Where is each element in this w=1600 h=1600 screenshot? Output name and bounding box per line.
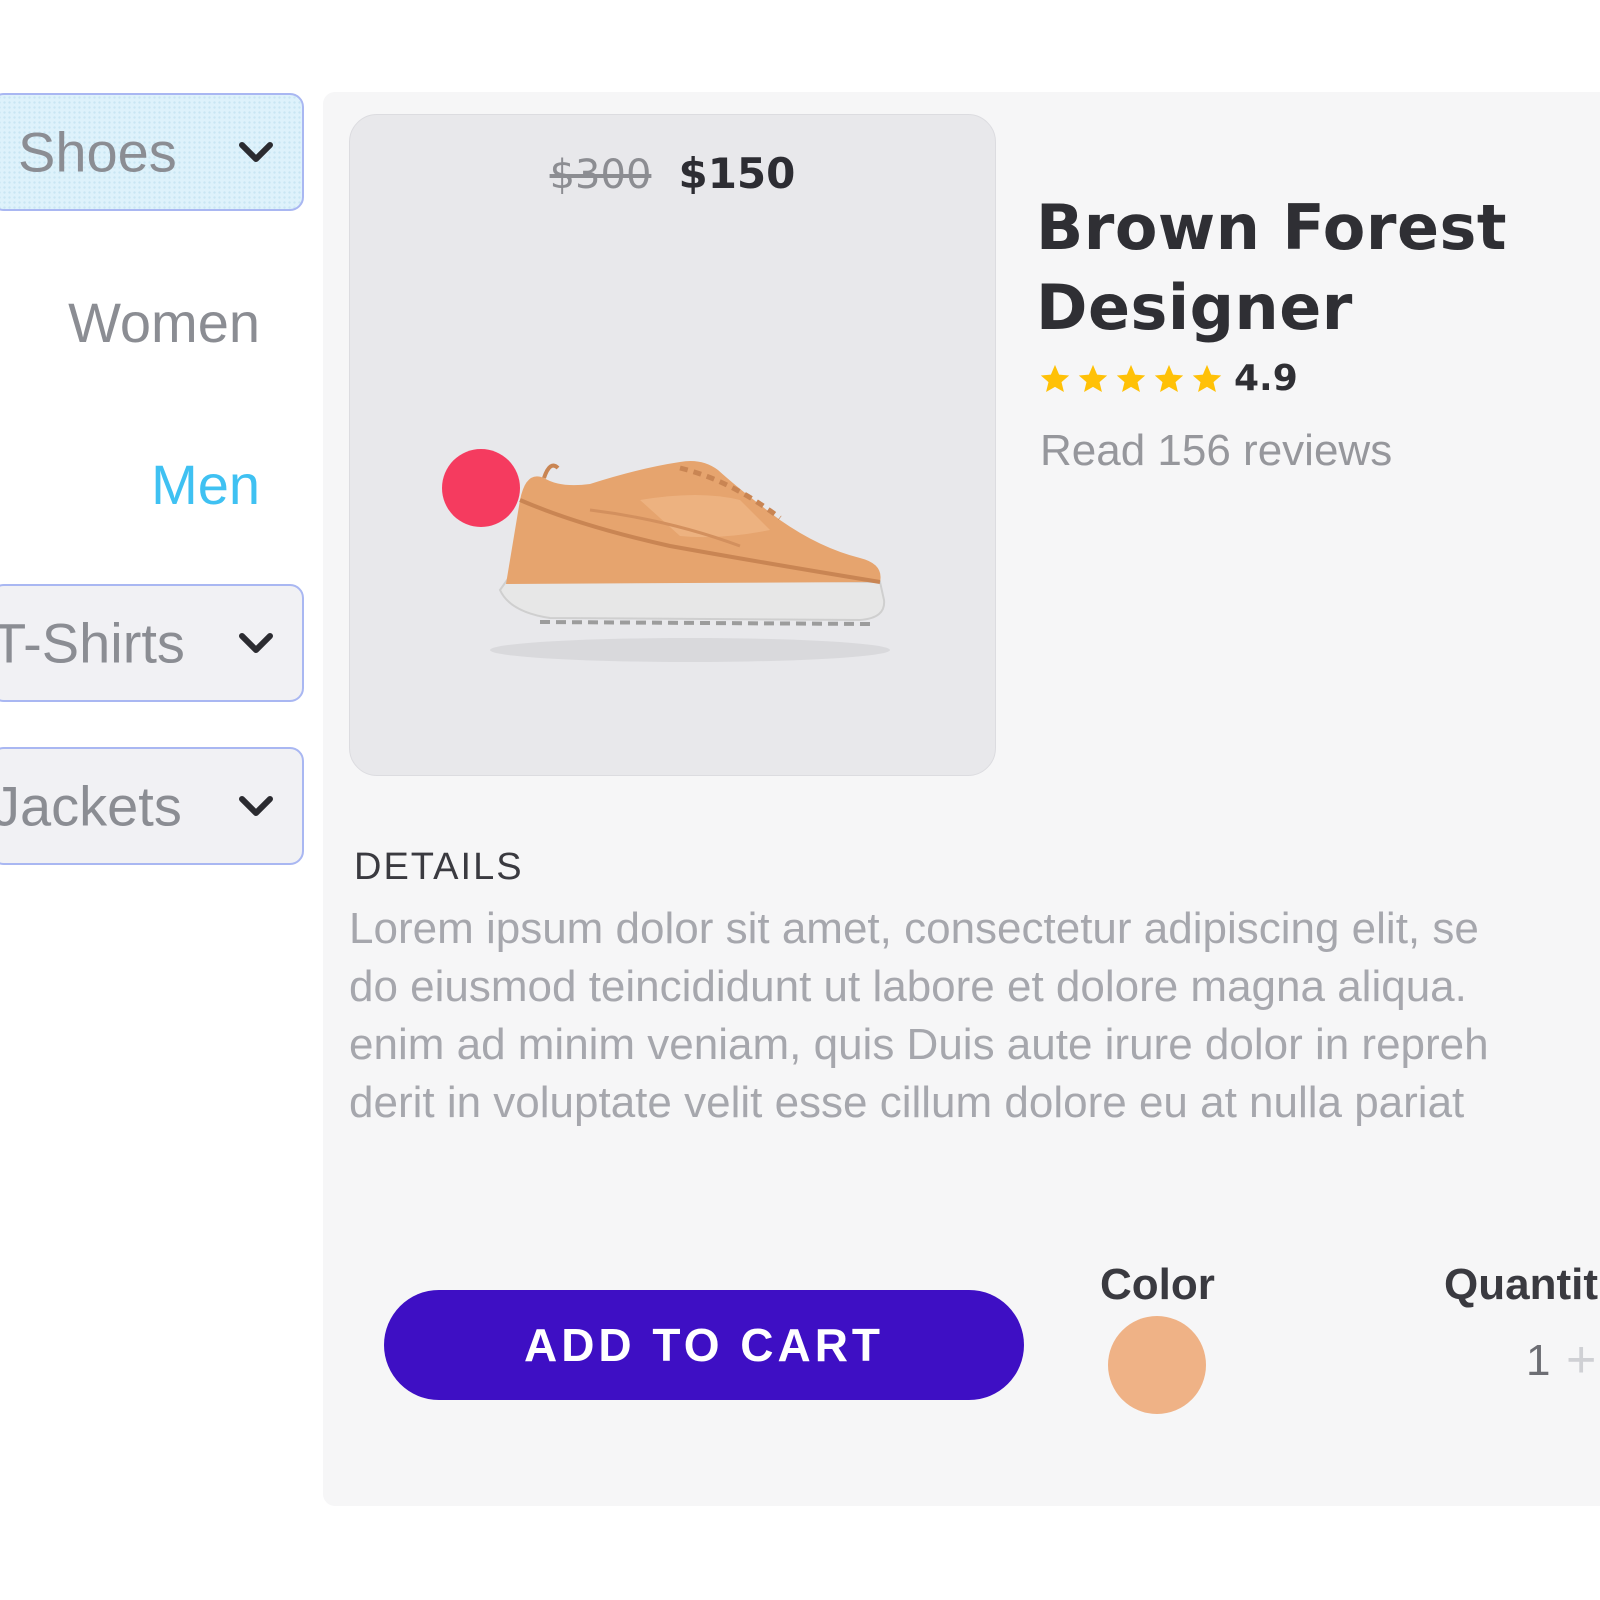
price-row: $300 $150 bbox=[350, 149, 995, 198]
details-line: Lorem ipsum dolor sit amet, consectetur … bbox=[349, 904, 1479, 953]
category-dropdown-shoes[interactable]: Shoes bbox=[0, 93, 304, 211]
subcategory-women[interactable]: Women bbox=[68, 290, 260, 355]
rating-value: 4.9 bbox=[1234, 358, 1298, 399]
quantity-value: 1 bbox=[1526, 1336, 1551, 1385]
category-label-shoes: Shoes bbox=[18, 120, 177, 184]
chevron-down-icon bbox=[239, 633, 273, 653]
details-description: Lorem ipsum dolor sit amet, consectetur … bbox=[349, 900, 1589, 1132]
chevron-down-icon bbox=[239, 796, 273, 816]
category-dropdown-jackets[interactable]: Jackets bbox=[0, 747, 304, 865]
details-line: enim ad minim veniam, quis Duis aute iru… bbox=[349, 1020, 1489, 1069]
star-icon bbox=[1116, 364, 1146, 392]
reviews-link[interactable]: Read 156 reviews bbox=[1040, 426, 1392, 476]
category-label-jackets: Jackets bbox=[0, 774, 182, 838]
details-line: derit in voluptate velit esse cillum dol… bbox=[349, 1078, 1465, 1127]
color-swatch[interactable] bbox=[1108, 1316, 1206, 1414]
product-image-panel: $300 $150 bbox=[349, 114, 996, 776]
quantity-label: Quantit bbox=[1444, 1260, 1598, 1309]
add-to-cart-button[interactable]: ADD TO CART bbox=[384, 1290, 1024, 1400]
star-icon bbox=[1078, 364, 1108, 392]
chevron-down-icon bbox=[239, 142, 273, 162]
plus-icon[interactable]: + bbox=[1566, 1330, 1596, 1390]
category-dropdown-tshirts[interactable]: T-Shirts bbox=[0, 584, 304, 702]
subcategory-men[interactable]: Men bbox=[151, 452, 260, 517]
product-title: Brown Forest Designer bbox=[1036, 191, 1508, 344]
details-line: do eiusmod teincididunt ut labore et dol… bbox=[349, 962, 1467, 1011]
color-dot-badge bbox=[442, 449, 520, 527]
color-label: Color bbox=[1100, 1260, 1215, 1309]
star-icon bbox=[1154, 364, 1184, 392]
details-heading: DETAILS bbox=[354, 846, 524, 888]
star-icon bbox=[1192, 364, 1222, 392]
star-icon bbox=[1040, 364, 1070, 392]
category-label-tshirts: T-Shirts bbox=[0, 611, 185, 675]
old-price: $300 bbox=[549, 152, 652, 198]
current-price: $150 bbox=[678, 149, 796, 198]
rating-row: 4.9 bbox=[1038, 358, 1298, 399]
